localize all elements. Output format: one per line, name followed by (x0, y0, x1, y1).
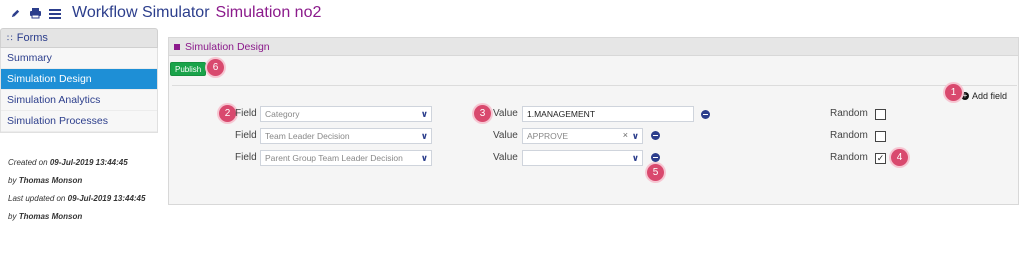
random-checkbox[interactable] (875, 109, 886, 120)
sidebar-heading-label: Forms (16, 32, 48, 44)
sidebar-item-summary[interactable]: Summary (1, 48, 157, 69)
callout-badge-5: 5 (647, 164, 664, 181)
forms-grid-icon: ∷ (7, 32, 13, 43)
hamburger-icon[interactable] (48, 6, 62, 20)
square-icon (174, 43, 180, 50)
field-label: Field (235, 108, 257, 119)
updated-date: 09-Jul-2019 13:44:45 (67, 194, 146, 203)
by-prefix: by (8, 212, 17, 221)
publish-button[interactable]: Publish (170, 62, 207, 76)
field-label: Field (235, 152, 257, 163)
updated-by-name: Thomas Monson (18, 212, 83, 221)
field-select[interactable]: Team Leader Decision ∨ (260, 128, 432, 144)
value-label: Value (493, 130, 518, 141)
pencil-icon[interactable] (8, 6, 22, 20)
page-subtitle: Simulation no2 (215, 4, 322, 21)
created-by-name: Thomas Monson (18, 176, 83, 185)
created-line: Created on 09-Jul-2019 13:44:45 (8, 154, 145, 172)
add-field-button[interactable]: + Add field (960, 91, 1007, 101)
value-input[interactable]: 1.MANAGEMENT (522, 106, 694, 122)
sidebar-heading: ∷ Forms (0, 28, 158, 48)
clear-icon[interactable]: × (623, 130, 628, 140)
value-select[interactable]: APPROVE × ∨ (522, 128, 643, 144)
field-select-value: Category (265, 109, 300, 119)
created-date: 09-Jul-2019 13:44:45 (49, 158, 128, 167)
sidebar-item-label: Simulation Analytics (7, 94, 101, 106)
remove-field-icon[interactable] (651, 131, 660, 140)
sidebar-list: Summary Simulation Design Simulation Ana… (0, 48, 158, 133)
field-label: Field (235, 130, 257, 141)
field-select-value: Team Leader Decision (265, 131, 350, 141)
callout-badge-6: 6 (207, 59, 224, 76)
sidebar-item-label: Simulation Processes (7, 115, 108, 127)
created-prefix: Created on (8, 158, 48, 167)
chevron-down-icon: ∨ (420, 131, 428, 141)
sidebar: ∷ Forms Summary Simulation Design Simula… (0, 28, 158, 133)
chevron-down-icon: ∨ (631, 131, 639, 141)
panel-header: Simulation Design (169, 38, 1018, 56)
chevron-down-icon: ∨ (631, 153, 639, 163)
sidebar-item-simulation-processes[interactable]: Simulation Processes (1, 111, 157, 132)
chevron-down-icon: ∨ (420, 109, 428, 119)
value-select[interactable]: ∨ (522, 150, 643, 166)
value-label: Value (493, 152, 518, 163)
page-title: Workflow Simulator (72, 4, 210, 21)
remove-field-icon[interactable] (651, 153, 660, 162)
by-prefix: by (8, 176, 17, 185)
plus-circle-icon: + (960, 91, 969, 100)
updated-by-line: by Thomas Monson (8, 208, 145, 226)
callout-badge-3: 3 (474, 105, 491, 122)
value-select-text: APPROVE (527, 131, 569, 141)
callout-badge-2: 2 (219, 105, 236, 122)
field-select[interactable]: Category ∨ (260, 106, 432, 122)
chevron-down-icon: ∨ (420, 153, 428, 163)
callout-badge-4: 4 (891, 149, 908, 166)
random-checkbox[interactable] (875, 131, 886, 142)
value-input-text: 1.MANAGEMENT (527, 109, 596, 119)
simulation-design-panel: Simulation Design Publish 6 + Add field … (168, 37, 1019, 205)
updated-prefix: Last updated on (8, 194, 66, 203)
random-label: Random (830, 152, 868, 163)
field-rows-area: + Add field 1 2 Field Category ∨ 3 Value… (172, 84, 1017, 200)
print-icon[interactable] (28, 6, 42, 20)
remove-field-icon[interactable] (701, 110, 710, 119)
value-label: Value (493, 108, 518, 119)
random-checkbox-checked[interactable]: ✓ (875, 153, 886, 164)
app-header: Workflow Simulator Simulation no2 (8, 2, 321, 24)
field-select-value: Parent Group Team Leader Decision (265, 153, 403, 163)
add-field-label: Add field (971, 91, 1007, 101)
sidebar-item-label: Simulation Design (7, 73, 92, 85)
panel-title: Simulation Design (185, 40, 270, 53)
sidebar-item-label: Summary (7, 52, 52, 64)
updated-line: Last updated on 09-Jul-2019 13:44:45 (8, 190, 145, 208)
created-by-line: by Thomas Monson (8, 172, 145, 190)
callout-badge-1: 1 (945, 84, 962, 101)
random-label: Random (830, 108, 868, 119)
record-metadata: Created on 09-Jul-2019 13:44:45 by Thoma… (8, 154, 145, 226)
sidebar-item-simulation-design[interactable]: Simulation Design (1, 69, 157, 90)
random-label: Random (830, 130, 868, 141)
sidebar-item-simulation-analytics[interactable]: Simulation Analytics (1, 90, 157, 111)
field-select[interactable]: Parent Group Team Leader Decision ∨ (260, 150, 432, 166)
